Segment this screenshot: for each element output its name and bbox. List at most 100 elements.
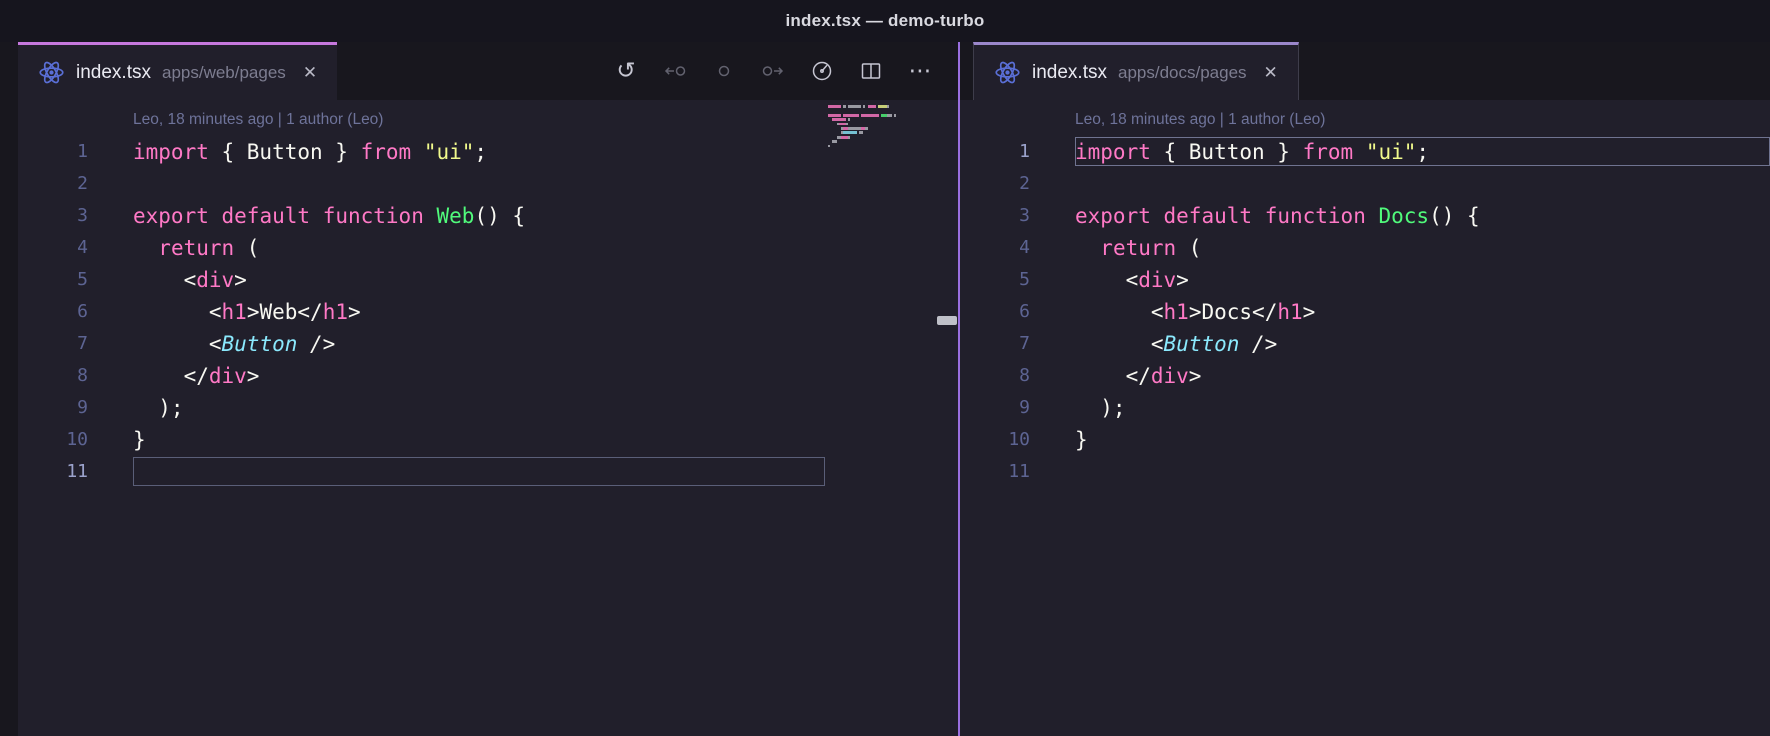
code-line: 9 ); <box>18 392 958 424</box>
code-line-text[interactable]: ); <box>88 392 183 424</box>
code-line-text[interactable]: <div> <box>1030 264 1189 296</box>
code-line: 10} <box>960 424 1770 456</box>
code-line-text[interactable]: </div> <box>1030 360 1202 392</box>
code-line-text[interactable] <box>88 456 133 488</box>
code-area-docs[interactable]: Leo, 18 minutes ago | 1 author (Leo) 1 imp… <box>960 103 1770 488</box>
line-number[interactable]: 7 <box>960 328 1030 360</box>
line-number[interactable]: 5 <box>18 264 88 296</box>
editor-web[interactable]: Leo, 18 minutes ago | 1 author (Leo) 1 imp… <box>18 100 958 736</box>
react-file-icon <box>38 59 65 86</box>
editor-toolbar: ↺ ⋯ <box>614 42 932 100</box>
git-blame-annotation[interactable]: Leo, 18 minutes ago | 1 author (Leo) <box>960 103 1770 136</box>
window-title: index.tsx — demo-turbo <box>785 11 985 30</box>
code-line: 6 <h1>Docs</h1> <box>960 296 1770 328</box>
code-line: 2 <box>960 168 1770 200</box>
tab-path: apps/docs/pages <box>1117 62 1247 82</box>
split-editor-icon[interactable] <box>859 59 883 83</box>
close-icon[interactable]: ✕ <box>303 63 317 83</box>
minimap[interactable] <box>828 105 936 153</box>
code-line: 9 ); <box>960 392 1770 424</box>
code-line-text[interactable] <box>1030 168 1075 200</box>
line-number[interactable]: 10 <box>960 424 1030 456</box>
previous-change-icon[interactable] <box>663 59 687 83</box>
code-line: 1 import { Button } from "ui"; <box>960 136 1770 168</box>
code-line: 7 <Button /> <box>18 328 958 360</box>
tab-path: apps/web/pages <box>161 62 286 82</box>
code-line: 2 <box>18 168 958 200</box>
line-number[interactable]: 9 <box>18 392 88 424</box>
left-rail <box>0 42 18 736</box>
tab-filename: index.tsx <box>1032 61 1107 83</box>
code-line: 3 export default function Web() { <box>18 200 958 232</box>
code-line: 1 import { Button } from "ui"; <box>18 136 958 168</box>
line-number[interactable]: 6 <box>960 296 1030 328</box>
line-number[interactable]: 5 <box>960 264 1030 296</box>
line-number[interactable]: 2 <box>18 168 88 200</box>
tab-index-tsx-docs[interactable]: index.tsx apps/docs/pages ✕ <box>973 42 1299 100</box>
code-line-text[interactable]: export default function Web() { <box>88 200 525 232</box>
close-icon[interactable]: ✕ <box>1264 63 1278 83</box>
line-number[interactable]: 4 <box>960 232 1030 264</box>
code-line-text[interactable]: <h1>Web</h1> <box>88 296 361 328</box>
code-line-text[interactable]: } <box>1030 424 1088 456</box>
line-number[interactable]: 6 <box>18 296 88 328</box>
tab-filename: index.tsx <box>76 61 151 83</box>
react-file-icon <box>994 59 1021 86</box>
code-line-text[interactable]: } <box>88 424 146 456</box>
code-line-text[interactable]: export default function Docs() { <box>1030 200 1480 232</box>
code-line: 8 </div> <box>18 360 958 392</box>
code-line: 10} <box>18 424 958 456</box>
code-line-text[interactable] <box>1030 456 1075 488</box>
line-number[interactable]: 8 <box>960 360 1030 392</box>
code-line: 3 export default function Docs() { <box>960 200 1770 232</box>
history-icon[interactable]: ↺ <box>614 59 638 83</box>
line-number[interactable]: 1 <box>960 136 1030 168</box>
tabbar-left: index.tsx apps/web/pages ✕ ↺ ⋯ <box>18 42 958 100</box>
code-line: 11 <box>960 456 1770 488</box>
line-number[interactable]: 1 <box>18 136 88 168</box>
titlebar: index.tsx — demo-turbo <box>0 0 1770 42</box>
code-line: 6 <h1>Web</h1> <box>18 296 958 328</box>
line-number[interactable]: 4 <box>18 232 88 264</box>
code-line-text[interactable] <box>88 168 133 200</box>
tab-index-tsx-web[interactable]: index.tsx apps/web/pages ✕ <box>18 42 338 100</box>
code-line-text[interactable]: import { Button } from "ui"; <box>88 136 487 168</box>
code-line: 7 <Button /> <box>960 328 1770 360</box>
code-area-web[interactable]: Leo, 18 minutes ago | 1 author (Leo) 1 imp… <box>18 103 958 488</box>
more-actions-icon[interactable]: ⋯ <box>908 59 932 83</box>
code-line-text[interactable]: <div> <box>88 264 247 296</box>
tabbar-right: index.tsx apps/docs/pages ✕ <box>960 42 1770 100</box>
code-line: 11 <box>18 456 958 488</box>
code-line-text[interactable]: import { Button } from "ui"; <box>1030 136 1429 168</box>
code-line-text[interactable]: <h1>Docs</h1> <box>1030 296 1315 328</box>
next-change-icon[interactable] <box>761 59 785 83</box>
sash-handle[interactable] <box>937 316 957 325</box>
code-line-text[interactable]: return ( <box>1030 232 1201 264</box>
line-number[interactable]: 8 <box>18 360 88 392</box>
line-number[interactable]: 11 <box>960 456 1030 488</box>
line-number[interactable]: 2 <box>960 168 1030 200</box>
line-number[interactable]: 3 <box>960 200 1030 232</box>
line-number[interactable]: 11 <box>18 456 88 488</box>
workbench: index.tsx apps/web/pages ✕ ↺ ⋯ Leo, 18 m… <box>0 42 1770 736</box>
code-line: 4 return ( <box>18 232 958 264</box>
code-line-text[interactable]: ); <box>1030 392 1125 424</box>
editor-group-right: index.tsx apps/docs/pages ✕ Leo, 18 minu… <box>960 42 1770 736</box>
line-number[interactable]: 3 <box>18 200 88 232</box>
current-change-icon[interactable] <box>712 59 736 83</box>
line-number[interactable]: 10 <box>18 424 88 456</box>
line-number[interactable]: 7 <box>18 328 88 360</box>
code-line: 5 <div> <box>18 264 958 296</box>
current-line-highlight <box>133 457 825 486</box>
code-line-text[interactable]: <Button /> <box>88 328 335 360</box>
gitlens-icon[interactable] <box>810 59 834 83</box>
code-line: 8 </div> <box>960 360 1770 392</box>
editor-docs[interactable]: Leo, 18 minutes ago | 1 author (Leo) 1 imp… <box>960 100 1770 736</box>
code-line: 5 <div> <box>960 264 1770 296</box>
editor-group-left: index.tsx apps/web/pages ✕ ↺ ⋯ Leo, 18 m… <box>18 42 958 736</box>
code-line-text[interactable]: return ( <box>88 232 259 264</box>
line-number[interactable]: 9 <box>960 392 1030 424</box>
code-line-text[interactable]: <Button /> <box>1030 328 1277 360</box>
git-blame-annotation[interactable]: Leo, 18 minutes ago | 1 author (Leo) <box>18 103 958 136</box>
code-line-text[interactable]: </div> <box>88 360 260 392</box>
